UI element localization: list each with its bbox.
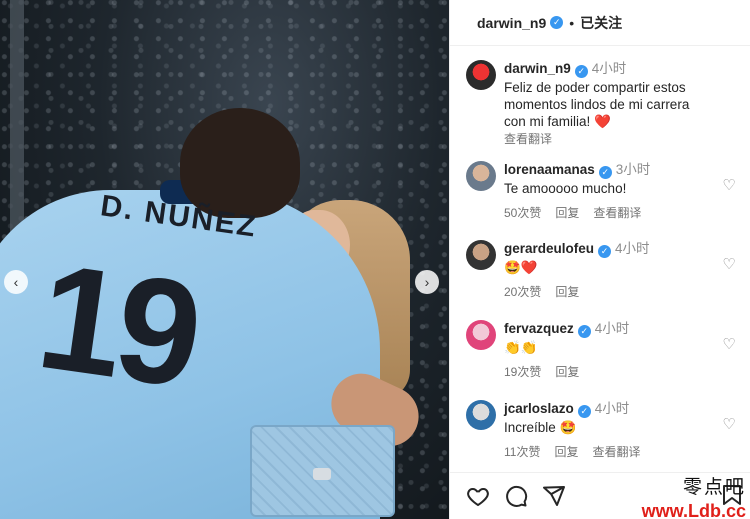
caption-time: 4小时 — [591, 61, 627, 76]
like-count[interactable]: 11次赞 — [504, 445, 540, 459]
verified-badge-icon: ✓ — [550, 16, 564, 29]
next-photo-button[interactable]: › — [415, 270, 439, 294]
like-count[interactable]: 19次赞 — [504, 365, 541, 379]
verified-badge-icon: ✓ — [577, 405, 591, 418]
reply-button[interactable]: 回复 — [555, 285, 579, 299]
player-head — [180, 108, 300, 218]
comment-text: Te amooooo mucho! — [504, 181, 627, 196]
comment-icon[interactable] — [504, 484, 528, 508]
caption-translate-link[interactable]: 查看翻译 — [504, 131, 714, 148]
comment-time: 4小时 — [594, 401, 630, 416]
like-heart-icon[interactable]: ♡ — [722, 178, 736, 193]
like-heart-icon[interactable]: ♡ — [722, 337, 736, 352]
header-username[interactable]: darwin_n9 — [477, 15, 546, 31]
comment-username[interactable]: jcarloslazo — [504, 401, 574, 416]
verified-badge-icon: ✓ — [598, 166, 612, 179]
caption-username[interactable]: darwin_n9 — [504, 61, 571, 76]
like-icon[interactable] — [466, 484, 490, 508]
share-icon[interactable] — [542, 484, 566, 508]
avatar[interactable] — [466, 161, 496, 191]
like-heart-icon[interactable]: ♡ — [722, 417, 736, 432]
comment-text: 🤩 — [504, 260, 521, 275]
comment-text: 👏👏 — [504, 340, 538, 355]
jersey-number: 19 — [29, 231, 206, 419]
watermark: 零点吧 www.Ldb.cc — [642, 472, 746, 519]
verified-badge-icon: ✓ — [574, 65, 588, 78]
following-button[interactable]: 已关注 — [580, 13, 622, 33]
comment-username[interactable]: fervazquez — [504, 321, 574, 336]
avatar[interactable] — [466, 400, 496, 430]
comment-text: Increíble 🤩 — [504, 420, 577, 435]
verified-badge-icon: ✓ — [598, 245, 612, 258]
post-sidebar: darwin_n9 ✓ • 已关注 darwin_n9 ✓ 4小时 Feliz de… — [449, 0, 750, 519]
comment-time: 4小时 — [594, 321, 630, 336]
reply-button[interactable]: 回复 — [555, 206, 579, 220]
comment-username[interactable]: lorenaamanas — [504, 162, 595, 177]
like-count[interactable]: 20次赞 — [504, 285, 541, 299]
previous-photo-button[interactable]: ‹ — [4, 270, 28, 294]
avatar[interactable] — [466, 60, 496, 90]
red-heart-icon: ❤️ — [594, 114, 611, 129]
like-count[interactable]: 50次赞 — [504, 206, 541, 220]
post-photo: D. NUÑEZ 19 ‹ › — [0, 0, 449, 519]
like-heart-icon[interactable]: ♡ — [722, 257, 736, 272]
verified-badge-icon: ✓ — [577, 325, 591, 338]
watermark-url: www.Ldb.cc — [641, 501, 746, 519]
translate-link[interactable]: 查看翻译 — [592, 445, 640, 459]
watermark-title: 零点吧 — [682, 476, 746, 498]
avatar[interactable] — [466, 240, 496, 270]
translate-link[interactable]: 查看翻译 — [593, 206, 641, 220]
separator-dot: • — [569, 14, 575, 31]
comment-username[interactable]: gerardeulofeu — [504, 241, 594, 256]
red-heart-icon: ❤️ — [520, 260, 538, 275]
chevron-right-icon: › — [424, 274, 430, 290]
comment-time: 3小时 — [615, 162, 651, 177]
avatar[interactable] — [466, 320, 496, 350]
reply-button[interactable]: 回复 — [554, 445, 578, 459]
reply-button[interactable]: 回复 — [555, 365, 579, 379]
handbag-clasp — [313, 468, 331, 480]
post-header: darwin_n9 ✓ • 已关注 — [450, 0, 750, 46]
chevron-left-icon: ‹ — [13, 274, 19, 290]
comment-time: 4小时 — [615, 241, 650, 256]
